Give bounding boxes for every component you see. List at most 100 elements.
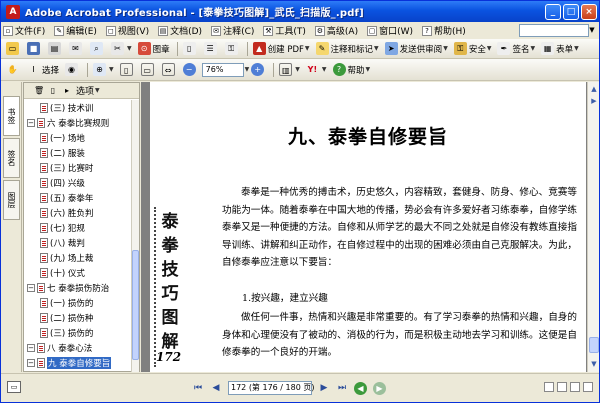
- toolbar-item[interactable]: ⚿: [223, 41, 242, 57]
- scroll-up-icon[interactable]: ▲: [589, 84, 599, 95]
- menu-document[interactable]: ▤ 文档(D): [158, 24, 202, 37]
- bookmark-item[interactable]: (三) 损伤的: [40, 326, 93, 339]
- send-review-button[interactable]: ➤ 发送供审阅 ▼: [383, 41, 450, 57]
- chevron-down-icon[interactable]: ▼: [588, 24, 596, 37]
- sign-button[interactable]: ✒ 签名 ▼: [495, 41, 537, 57]
- help-button[interactable]: ? 帮助 ▼: [331, 62, 373, 78]
- select-tool-button[interactable]: I 选择: [25, 62, 61, 78]
- bookmark-item[interactable]: (八) 裁判: [40, 236, 85, 249]
- bookmark-item[interactable]: (四) 兴级: [40, 176, 85, 189]
- facing-icon[interactable]: [570, 382, 580, 392]
- bookmark-item[interactable]: (三) 比赛时: [40, 161, 93, 174]
- forms-button[interactable]: ▦ 表单 ▼: [539, 41, 581, 57]
- create-pdf-button[interactable]: ▲ 创建 PDF ▼: [251, 41, 312, 57]
- comment-markup-button[interactable]: ✎ 注释和标记 ▼: [314, 41, 381, 57]
- panel-toggle-icon[interactable]: ▭: [7, 381, 21, 393]
- lock-icon: ⚿: [224, 42, 238, 55]
- chevron-down-icon[interactable]: ▼: [95, 87, 100, 94]
- previous-page-button[interactable]: ◀: [209, 381, 223, 395]
- menu-tools[interactable]: ⚒ 工具(T): [263, 24, 306, 37]
- document-scrollbar[interactable]: ▲ ▶ ▼: [587, 82, 599, 372]
- bookmarks-scrollbar[interactable]: [131, 100, 139, 372]
- split-icon[interactable]: ▶: [589, 96, 599, 107]
- bookmark-item[interactable]: − 七 泰拳损伤防治: [27, 281, 109, 294]
- new-bookmark-icon[interactable]: ▯: [48, 86, 58, 96]
- scroll-down-icon[interactable]: ▼: [589, 359, 599, 370]
- bookmark-item[interactable]: (二) 服装: [40, 146, 85, 159]
- page-layout-button[interactable]: ▥ ▼: [277, 62, 302, 78]
- next-page-button[interactable]: ▶: [317, 381, 331, 395]
- toolbar-item[interactable]: ▯: [181, 41, 200, 57]
- scrollbar-thumb[interactable]: [589, 337, 599, 353]
- menu-edit[interactable]: ✎ 编辑(E): [54, 24, 97, 37]
- search-button[interactable]: ⌕: [88, 41, 107, 57]
- collapse-icon[interactable]: −: [27, 283, 35, 292]
- bookmark-page-icon: [40, 327, 48, 338]
- snapshot-button[interactable]: ◉: [63, 62, 82, 78]
- bookmark-item[interactable]: (六) 胜负判: [40, 206, 93, 219]
- menu-view[interactable]: ◻ 视图(V): [105, 24, 149, 37]
- tab-signatures[interactable]: 签名: [3, 138, 20, 178]
- tab-bookmarks[interactable]: 书签: [3, 96, 20, 136]
- print-button[interactable]: ▤: [46, 41, 65, 57]
- fit-width-button[interactable]: ⇔: [160, 62, 179, 78]
- bookmark-item[interactable]: − 六 泰拳比赛规则: [27, 116, 109, 129]
- bookmark-item[interactable]: − 八 泰拳心法: [27, 341, 92, 354]
- toolbar-item[interactable]: ☰: [202, 41, 221, 57]
- menu-advanced[interactable]: ⚙ 高级(A): [314, 24, 358, 37]
- bookmark-item[interactable]: − 九 泰拳自修要旨: [27, 356, 112, 369]
- bookmark-item[interactable]: (三) 技术训: [40, 101, 93, 114]
- go-back-icon[interactable]: ◀: [354, 381, 367, 395]
- collapse-icon[interactable]: −: [27, 118, 35, 127]
- continuous-icon[interactable]: [557, 382, 567, 392]
- expand-icon[interactable]: ▸: [62, 86, 72, 96]
- help-search-input[interactable]: [519, 24, 589, 37]
- zoom-out-button[interactable]: −: [181, 62, 200, 78]
- chevron-down-icon: ▼: [374, 45, 379, 52]
- bookmark-item[interactable]: (十) 仪式: [40, 266, 85, 279]
- scrollbar-thumb[interactable]: [132, 250, 139, 360]
- options-button[interactable]: 选项: [76, 84, 94, 97]
- save-button[interactable]: ■: [25, 41, 44, 57]
- minimize-button[interactable]: _: [545, 3, 561, 20]
- page-navigation: ⏮ ◀ 172 (第 176 / 180 页) ▶ ⏭ ◀ ▶: [189, 380, 389, 396]
- menu-file[interactable]: ▫ 文件(F): [3, 24, 45, 37]
- zoom-in-button[interactable]: +: [249, 62, 268, 78]
- go-forward-icon[interactable]: ▶: [373, 381, 386, 395]
- attach-button[interactable]: ✂ ▼: [109, 41, 134, 57]
- bookmark-item[interactable]: (一) 场地: [40, 131, 85, 144]
- bookmark-item[interactable]: (九) 场上裁: [40, 251, 93, 264]
- last-page-button[interactable]: ⏭: [335, 381, 349, 395]
- collapse-icon[interactable]: −: [27, 343, 35, 352]
- menu-help[interactable]: ? 帮助(H): [422, 24, 466, 37]
- secure-button[interactable]: ⚿ 安全 ▼: [452, 41, 494, 57]
- bookmark-item[interactable]: (五) 泰拳年: [40, 191, 93, 204]
- tab-layers[interactable]: 图层: [3, 180, 20, 220]
- title-bar[interactable]: A Adobe Acrobat Professional - [泰拳技巧图解]_…: [1, 1, 599, 22]
- bookmark-item[interactable]: (二) 损伤种: [40, 311, 93, 324]
- bookmark-item[interactable]: (一) 损伤的: [40, 296, 93, 309]
- text-cursor-icon: I: [32, 65, 35, 74]
- open-button[interactable]: ▭: [4, 41, 23, 57]
- yahoo-button[interactable]: Y! ▼: [304, 62, 329, 78]
- continuous-facing-icon[interactable]: [583, 382, 593, 392]
- bookmark-item[interactable]: (七) 犯规: [40, 221, 85, 234]
- hand-tool-button[interactable]: ✋: [4, 62, 23, 78]
- page-margin-rule: [154, 207, 156, 367]
- page-number-input[interactable]: 172 (第 176 / 180 页): [228, 381, 314, 395]
- menu-comment[interactable]: ✉ 注释(C): [211, 24, 254, 37]
- collapse-icon[interactable]: −: [27, 358, 35, 367]
- zoom-tool-button[interactable]: ⊕ ▼: [91, 62, 116, 78]
- menu-window[interactable]: ▢ 窗口(W): [367, 24, 413, 37]
- stamp-button[interactable]: ⊙ 图章: [136, 41, 172, 57]
- document-view[interactable]: 泰拳技巧图解 172 九、泰拳自修要旨 泰拳是一种优秀的搏击术，历史悠久，内容精…: [141, 82, 587, 372]
- zoom-input[interactable]: 76%: [201, 62, 244, 77]
- single-page-icon[interactable]: [544, 382, 554, 392]
- email-button[interactable]: ✉: [67, 41, 86, 57]
- actual-size-button[interactable]: ▯: [118, 62, 137, 78]
- fit-page-button[interactable]: ▭: [139, 62, 158, 78]
- delete-icon[interactable]: 🗑: [34, 86, 44, 96]
- maximize-button[interactable]: □: [563, 3, 579, 20]
- close-button[interactable]: ×: [581, 3, 597, 20]
- first-page-button[interactable]: ⏮: [191, 381, 205, 395]
